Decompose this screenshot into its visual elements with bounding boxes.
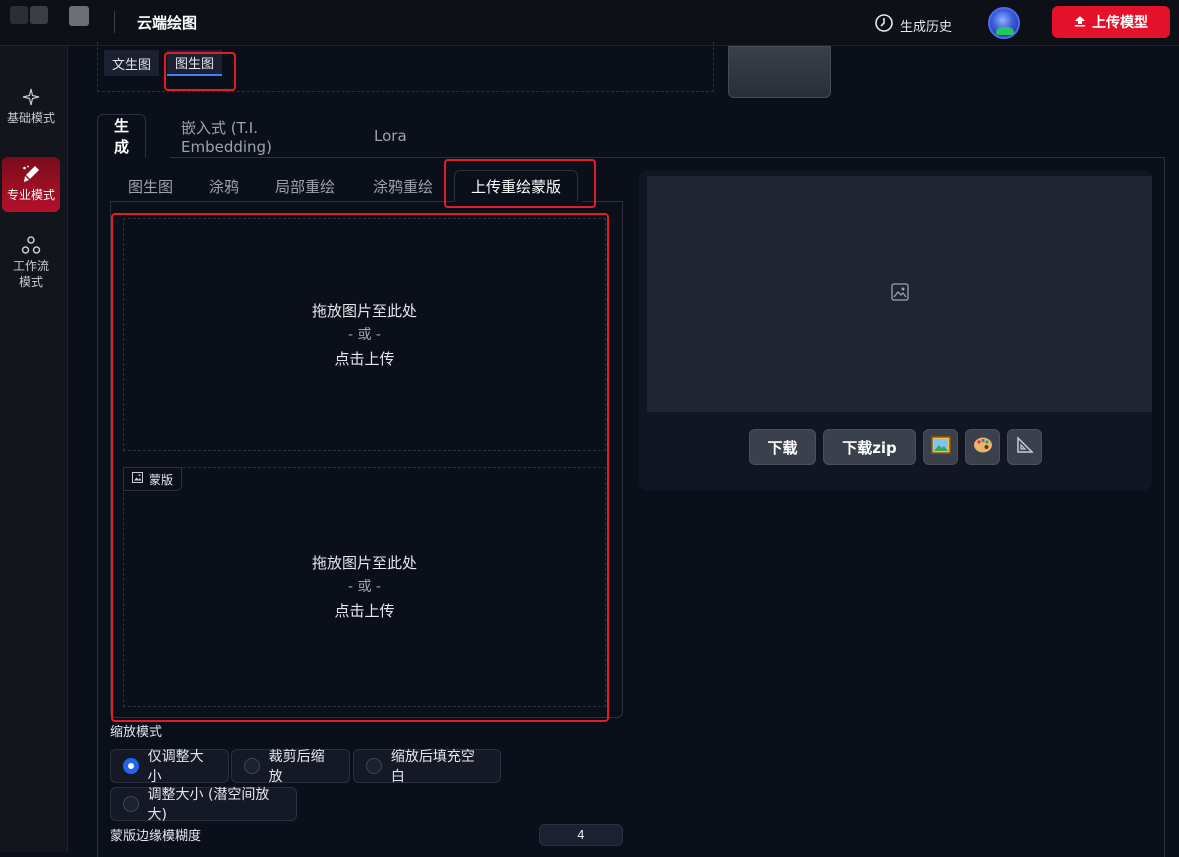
mask-dropzone[interactable]: 拖放图片至此处 - 或 - 点击上传 [123,467,606,707]
app-title: 云端绘图 [137,14,198,32]
window-control-icon[interactable] [69,6,89,26]
radio-label: 仅调整大小 [147,749,204,785]
tab-txt2img[interactable]: 文生图 [104,50,160,76]
divider [114,11,115,33]
dropzone-click-text: 点击上传 [334,349,395,368]
radio-label: 缩放后填充空白 [390,749,475,785]
radio-label: 调整大小 (潜空间放大) [147,787,270,823]
brush-icon [21,163,41,185]
mask-blur-label: 蒙版边缘模糊度 [110,829,202,844]
upload-model-label: 上传模型 [1092,14,1148,30]
radio-dot [123,796,139,812]
radio-just-resize[interactable]: 仅调整大小 [110,749,229,785]
mask-label-text: 蒙版 [149,472,174,487]
sidebar-item-pro[interactable]: 专业模式 [2,157,60,212]
sidebar-item-label: 基础模式 [6,111,55,125]
sidebar-item-basic[interactable]: 基础模式 [2,86,60,126]
gallery-preview [647,176,1152,412]
window-control-icon[interactable] [30,6,48,24]
tab-lora[interactable]: Lora [374,114,407,158]
dropzone-click-text: 点击上传 [334,602,395,620]
palette-icon [973,436,993,458]
tab-inpaint-upload[interactable]: 上传重绘蒙版 [454,170,579,202]
avatar[interactable] [988,7,1020,39]
tab-inpaint[interactable]: 局部重绘 [275,170,335,202]
radio-crop-resize[interactable]: 裁剪后缩放 [231,749,350,785]
dropzone-or: - 或 - [347,326,381,343]
history-label: 生成历史 [900,19,953,35]
send-to-inpaint-button[interactable] [965,429,1000,465]
mode-panel: 文生图 图生图 [97,42,714,92]
image-thumbnail[interactable] [728,46,831,98]
sidebar-item-label: 专业模式 [6,188,55,202]
radio-label: 裁剪后缩放 [268,749,325,785]
tab-generate[interactable]: 生成 [97,114,147,158]
tab-sub-img2img[interactable]: 图生图 [128,170,173,202]
image-dropzone[interactable]: 拖放图片至此处 - 或 - 点击上传 [123,218,606,451]
tab-embedding[interactable]: 嵌入式 (T.I. Embedding) [181,114,272,158]
send-to-img2img-button[interactable] [923,429,958,465]
tab-img2img[interactable]: 图生图 [167,50,223,76]
workflow-icon [21,234,41,256]
history-button[interactable]: 生成历史 [874,13,952,37]
sidebar-item-workflow[interactable]: 工作流 模式 [2,234,60,290]
sparkle-icon [22,86,40,108]
download-button[interactable]: 下载 [749,429,816,465]
triangle-ruler-icon [1016,436,1034,458]
send-to-extras-button[interactable] [1007,429,1042,465]
mask-label: 蒙版 [123,467,183,491]
radio-dot [366,758,382,774]
sidebar: 基础模式 专业模式 工作流 模式 [0,46,68,852]
window-control-icon[interactable] [10,6,28,24]
main-content: 文生图 图生图 生成 嵌入式 (T.I. Embedding) Lora 图生图… [70,42,1179,857]
dropzone-text: 拖放图片至此处 [311,554,417,572]
image-placeholder-icon [890,283,909,305]
tab-sketch[interactable]: 涂鸦 [209,170,239,202]
mask-blur-input[interactable] [539,824,623,846]
sidebar-item-label: 工作流 [12,259,49,273]
upload-model-button[interactable]: 上传模型 [1052,6,1170,38]
radio-latent-upscale[interactable]: 调整大小 (潜空间放大) [110,787,297,823]
upload-arrow-icon [1074,14,1086,30]
tab-inpaint-sketch[interactable]: 涂鸦重绘 [373,170,433,202]
resize-mode-label: 缩放模式 [110,725,163,740]
image-icon [132,472,143,486]
radio-dot [244,758,260,774]
sidebar-item-label: 模式 [18,275,43,289]
top-bar: 云端绘图 生成历史 上传模型 [0,0,1179,46]
radio-resize-fill[interactable]: 缩放后填充空白 [353,749,501,785]
divider [1164,157,1165,857]
clock-icon [874,13,894,37]
dropzone-or: - 或 - [347,579,381,595]
dropzone-text: 拖放图片至此处 [311,301,417,320]
picture-icon [930,436,951,458]
download-zip-button[interactable]: 下载zip [823,429,916,465]
radio-dot [123,758,139,774]
